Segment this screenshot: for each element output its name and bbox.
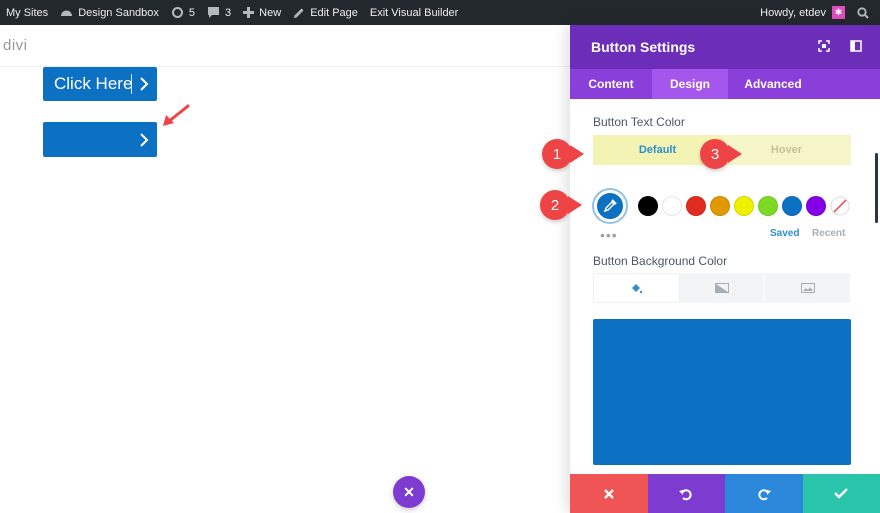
swatch-green[interactable]	[758, 196, 778, 216]
updates-count: 5	[188, 6, 196, 19]
site-header: divi	[0, 25, 570, 67]
annotation-badge-1: 1	[542, 139, 584, 169]
comments-count: 3	[225, 6, 232, 19]
button-label: Click Here	[54, 74, 133, 93]
close-icon: ✕	[403, 483, 415, 500]
chevron-right-icon	[140, 133, 149, 147]
more-options-icon[interactable]: •••	[600, 227, 618, 243]
button-settings-panel: Button Settings Content Design Advanced …	[570, 25, 880, 513]
site-name-link[interactable]: Design Sandbox	[54, 0, 165, 25]
save-button[interactable]	[802, 474, 880, 513]
bg-tab-image[interactable]	[765, 273, 852, 303]
annotation-badge-2: 2	[540, 190, 582, 220]
undo-icon	[679, 488, 692, 500]
account-menu[interactable]: Howdy, etdev ✱	[754, 0, 851, 25]
panel-scrollbar[interactable]	[875, 153, 878, 223]
swatch-purple[interactable]	[806, 196, 826, 216]
redo-button[interactable]	[725, 474, 803, 513]
admin-bar: My Sites Design Sandbox 5 3 New Edit Pag…	[0, 0, 880, 25]
my-sites-label: My Sites	[6, 6, 49, 19]
recent-colors-tab[interactable]: Recent	[812, 228, 845, 239]
dock-panel-icon[interactable]	[850, 40, 862, 52]
undo-button[interactable]	[647, 474, 725, 513]
bg-tab-gradient[interactable]	[680, 273, 766, 303]
edit-page-link[interactable]: Edit Page	[287, 0, 364, 25]
swatch-black[interactable]	[638, 196, 658, 216]
tab-advanced[interactable]: Advanced	[728, 69, 818, 99]
site-logo[interactable]: divi	[3, 37, 28, 54]
redo-icon	[758, 488, 771, 500]
pencil-icon	[294, 8, 304, 18]
click-here-button[interactable]: Click Here	[43, 67, 157, 101]
chevron-right-icon	[140, 77, 149, 91]
swatch-none-icon[interactable]	[830, 196, 850, 216]
annotation-badge-3: 3	[700, 139, 742, 169]
gradient-icon	[715, 283, 729, 293]
background-color-preview[interactable]	[593, 319, 851, 465]
new-link[interactable]: New	[237, 0, 287, 25]
howdy-label: Howdy, etdev	[760, 6, 826, 19]
button-divider	[131, 74, 132, 94]
comment-icon	[208, 7, 220, 18]
refresh-icon	[171, 7, 183, 18]
fullscreen-icon[interactable]	[818, 40, 830, 52]
swatch-blue[interactable]	[782, 196, 802, 216]
swatch-yellow[interactable]	[734, 196, 754, 216]
color-picker-button[interactable]	[594, 190, 626, 222]
exit-builder-label: Exit Visual Builder	[369, 6, 459, 19]
swatch-white[interactable]	[662, 196, 682, 216]
panel-footer	[570, 474, 880, 513]
checkmark-icon	[834, 488, 849, 499]
paint-bucket-icon	[632, 284, 643, 294]
background-color-label: Button Background Color	[593, 254, 728, 268]
site-name-label: Design Sandbox	[78, 6, 159, 19]
tab-content[interactable]: Content	[570, 69, 652, 99]
discard-button[interactable]	[570, 474, 648, 513]
background-type-tabs	[593, 273, 852, 303]
my-sites-link[interactable]: My Sites	[0, 0, 54, 25]
bg-tab-color[interactable]	[593, 273, 680, 303]
annotation-arrow-icon	[163, 104, 190, 126]
empty-button[interactable]	[43, 122, 157, 157]
eyedropper-icon	[603, 199, 617, 213]
search-icon	[857, 6, 869, 19]
new-label: New	[259, 6, 282, 19]
dashboard-icon	[61, 10, 73, 16]
swatch-orange[interactable]	[710, 196, 730, 216]
edit-page-label: Edit Page	[310, 6, 358, 19]
tab-design[interactable]: Design	[652, 69, 728, 99]
swatch-red[interactable]	[686, 196, 706, 216]
saved-colors-tab[interactable]: Saved	[770, 228, 799, 239]
panel-header: Button Settings	[570, 25, 880, 69]
text-color-label: Button Text Color	[593, 115, 685, 129]
updates-link[interactable]: 5	[165, 0, 201, 25]
exit-builder-link[interactable]: Exit Visual Builder	[364, 0, 464, 25]
plus-icon	[243, 7, 255, 18]
close-builder-button[interactable]: ✕	[393, 476, 425, 508]
close-icon	[603, 488, 614, 499]
avatar: ✱	[832, 6, 845, 19]
search-button[interactable]	[851, 0, 880, 25]
comments-link[interactable]: 3	[201, 0, 237, 25]
panel-tabs: Content Design Advanced	[570, 69, 880, 99]
panel-title: Button Settings	[591, 39, 696, 55]
image-icon	[800, 283, 815, 293]
